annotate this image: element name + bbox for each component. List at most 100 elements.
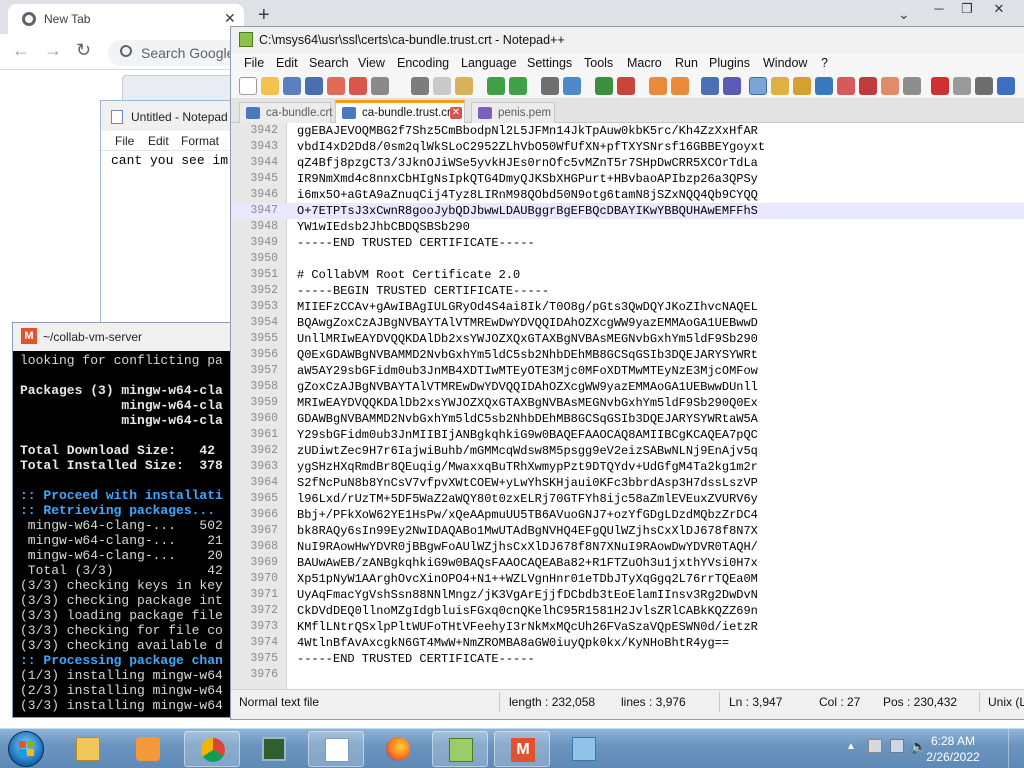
chevron-down-icon[interactable]: ⌄ [898,6,910,23]
taskbar-wordpad[interactable] [556,731,612,767]
editor-line[interactable]: 3970 Xp51pNyW1AArghOvcXinOPO4+N1++WZLVgnH… [231,571,1024,587]
editor-line[interactable]: 3960 GDAWBgNVBAMMD2NvbGxhYm5ldC5sb2NhbDEh… [231,411,1024,427]
stop-macro-icon[interactable] [953,77,971,95]
taskbar-media-player[interactable] [120,731,176,767]
zoom-out-icon[interactable] [617,77,635,95]
editor-line[interactable]: 3959 MRIwEAYDVQQKDAlDb2xsYWJOZXQxGTAXBgNV… [231,395,1024,411]
show-all-chars-icon[interactable] [723,77,741,95]
cut-icon[interactable] [411,77,429,95]
menu-language[interactable]: Language [461,56,517,70]
menu-search[interactable]: Search [309,56,349,70]
menu-tools[interactable]: Tools [584,56,613,70]
menu-plugins[interactable]: Plugins [709,56,750,70]
editor-line[interactable]: 3944 qZ4Bfj8pzgCT3/3JknOJiWSe5yvkHJEs0rnO… [231,155,1024,171]
editor-line[interactable]: 3976 [231,667,1024,683]
taskbar-chrome[interactable] [184,731,240,767]
save-all-icon[interactable] [305,77,323,95]
notepad-menu-file[interactable]: File [115,134,134,148]
copy-icon[interactable] [433,77,451,95]
function-list-icon[interactable] [793,77,811,95]
editor-line[interactable]: 3963 ygSHzHXqRmdBr8QEuqig/MwaxxqBuTRhXwmy… [231,459,1024,475]
editor-line[interactable]: 3958 gZoxCzAJBgNVBAYTAlVTMREwDwYDVQQIDAhO… [231,379,1024,395]
sync-horizontal-icon[interactable] [671,77,689,95]
replace-icon[interactable] [563,77,581,95]
menu-window[interactable]: Window [763,56,807,70]
editor-line[interactable]: 3956 Q0ExGDAWBgNVBAMMD2NvbGxhYm5ldC5sb2Nh… [231,347,1024,363]
taskbar-explorer[interactable] [60,731,116,767]
action-center-flag-icon[interactable] [868,739,882,753]
notepad-menu-edit[interactable]: Edit [148,134,169,148]
terminal-output[interactable]: looking for conflicting pa Packages (3) m… [13,351,251,715]
close-file-icon[interactable] [327,77,345,95]
editor-area[interactable]: 3942 ggEBAJEVOQMBG2f7Shz5CmBbodpNl2L5JFMn… [231,123,1024,689]
menu-encoding[interactable]: Encoding [397,56,449,70]
reload-icon[interactable]: ↻ [76,40,91,61]
menu-help[interactable]: ? [821,56,828,70]
editor-line[interactable]: 3954 BQAwgZoxCzAJBgNVBAYTAlVTMREwDwYDVQQI… [231,315,1024,331]
close-all-icon[interactable] [349,77,367,95]
editor-line[interactable]: 3946 i6mx5O+aGtA9aZnuqCij4Tyz8LIRnM98QObd… [231,187,1024,203]
editor-line[interactable]: 3973 KMflLNtrQSxlpPltWUFoTHtVFeehyI3rNkMx… [231,619,1024,635]
menu-macro[interactable]: Macro [627,56,662,70]
editor-line[interactable]: 3967 bk8RAQy6sIn99Ey2NwIDAQABo1MwUTAdBgNV… [231,523,1024,539]
editor-line[interactable]: 3951 # CollabVM Root Certificate 2.0 [231,267,1024,283]
taskbar-task-manager[interactable] [246,731,302,767]
play-macro-icon[interactable] [975,77,993,95]
menu-view[interactable]: View [358,56,385,70]
udl-icon[interactable] [815,77,833,95]
editor-line[interactable]: 3972 CkDVdDEQ0llnoMZgIdgbluisFGxq0cnQKelh… [231,603,1024,619]
editor-line[interactable]: 3966 Bbj+/PFkXoW62YE1HsPw/xQeAApmuUU5TB6A… [231,507,1024,523]
editor-line[interactable]: 3948 YW1wIEdsb2JhbCBDQSBSb290 [231,219,1024,235]
show-hidden-icons-icon[interactable]: ▲ [846,741,856,752]
editor-line[interactable]: 3974 4WtlnBfAvAxcgkN6GT4MwW+NmZROMBA8aGW0… [231,635,1024,651]
editor-line[interactable]: 3953 MIIEFzCCAv+gAwIBAgIULGRyOd4S4ai8Ik/T… [231,299,1024,315]
editor-line[interactable]: 3949 -----END TRUSTED CERTIFICATE----- [231,235,1024,251]
editor-line[interactable]: 3975 -----END TRUSTED CERTIFICATE----- [231,651,1024,667]
start-button[interactable] [2,729,52,768]
taskbar-clock[interactable]: 6:28 AM 2/26/2022 [920,733,986,765]
folder-as-workspace-icon[interactable] [837,77,855,95]
editor-line[interactable]: 3969 BAUwAwEB/zANBgkqhkiG9w0BAQsFAAOCAQEA… [231,555,1024,571]
undo-icon[interactable] [487,77,505,95]
sync-vertical-icon[interactable] [649,77,667,95]
forward-arrow-icon[interactable]: → [44,40,62,61]
open-folder-icon[interactable] [261,77,279,95]
word-wrap-icon[interactable] [701,77,719,95]
run-macro-multiple-icon[interactable] [997,77,1015,95]
monitoring-icon[interactable] [859,77,877,95]
eye-icon[interactable] [903,77,921,95]
new-tab-button[interactable]: + [258,4,270,27]
tab-ca-bundle[interactable]: ca-bundle.crt [239,102,332,123]
menu-settings[interactable]: Settings [527,56,572,70]
indent-guide-icon[interactable] [749,77,767,95]
notepadpp-titlebar[interactable]: C:\msys64\usr\ssl\certs\ca-bundle.trust.… [231,27,1024,53]
tab-ca-bundle-trust[interactable]: ca-bundle.trust.crt ✕ [335,100,465,124]
taskbar-firefox[interactable] [370,731,426,767]
show-desktop-button[interactable] [1008,729,1024,768]
editor-line[interactable]: 3964 S2fNcPuN8b8YnCsV7vfpvXWtCOEW+yLwYhSK… [231,475,1024,491]
back-arrow-icon[interactable]: ← [12,40,30,61]
restore-icon[interactable]: ❐ [952,0,982,20]
menu-run[interactable]: Run [675,56,698,70]
close-tab-icon[interactable]: ✕ [450,107,462,119]
tab-penis-pem[interactable]: penis.pem [471,102,555,123]
editor-line[interactable]: 3945 IR9NmXmd4c8nnxCbHIgNsIpkQTG4DmyQJKSb… [231,171,1024,187]
editor-line[interactable]: 3961 Y29sbGFidm0ub3JnMIIBIjANBgkqhkiG9w0B… [231,427,1024,443]
zoom-in-icon[interactable] [595,77,613,95]
taskbar-msys2[interactable]: M [494,731,550,767]
editor-line[interactable]: 3965 l96Lxd/rUzTM+5DF5WaZ2aWQY80t0zxELRj7… [231,491,1024,507]
taskbar-notepad[interactable] [308,731,364,767]
editor-line[interactable]: 3943 vbdI4xD2Dd8/0sm2qlWkSLoC2952ZLhVbO50… [231,139,1024,155]
close-icon[interactable]: ✕ [224,10,236,27]
chrome-tab-new-tab[interactable]: New Tab ✕ [8,4,244,34]
taskbar-notepadpp[interactable] [432,731,488,767]
editor-line[interactable]: 3942 ggEBAJEVOQMBG2f7Shz5CmBbodpNl2L5JFMn… [231,123,1024,139]
editor-line[interactable]: 3957 aW5AY29sbGFidm0ub3JnMB4XDTIwMTEyOTE3… [231,363,1024,379]
find-icon[interactable] [541,77,559,95]
menu-file[interactable]: File [244,56,264,70]
close-window-icon[interactable]: ✕ [984,0,1014,20]
paste-icon[interactable] [455,77,473,95]
editor-line[interactable]: 3952 -----BEGIN TRUSTED CERTIFICATE----- [231,283,1024,299]
notepad-menu-format[interactable]: Format [181,134,219,148]
minimize-icon[interactable]: ─ [924,0,954,20]
